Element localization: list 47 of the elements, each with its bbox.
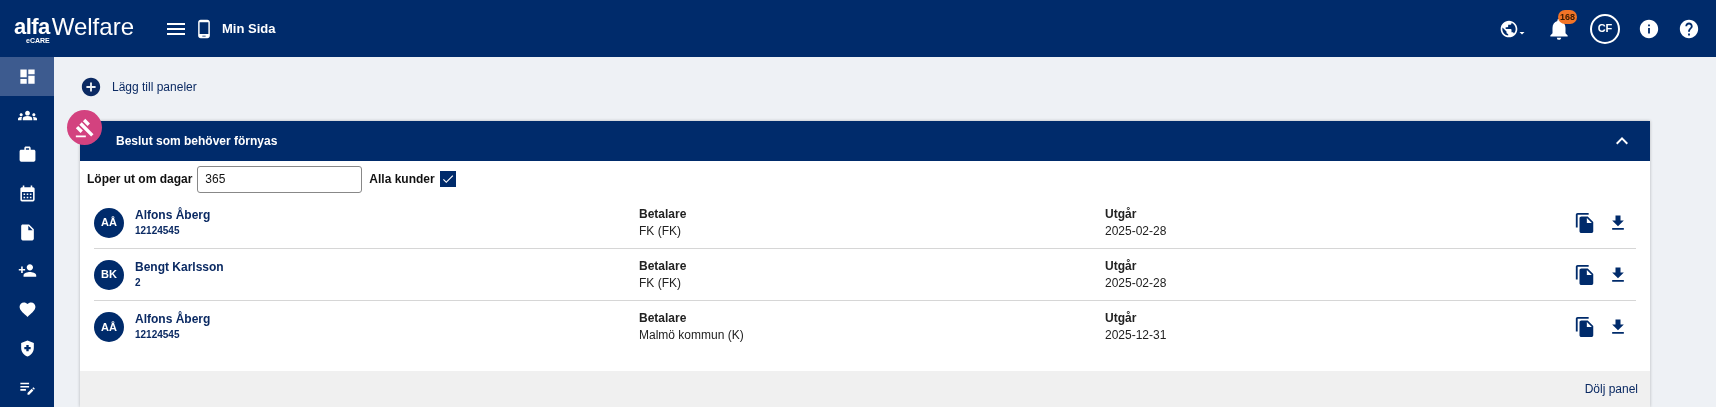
check-icon xyxy=(440,172,455,186)
avatar: AÅ xyxy=(94,207,124,238)
avatar: AÅ xyxy=(94,312,124,342)
user-avatar[interactable]: CF xyxy=(1590,13,1620,44)
add-panels-button[interactable]: Lägg till paneler xyxy=(80,76,197,98)
customer-name[interactable]: Alfons Åberg xyxy=(135,311,211,327)
calendar-icon xyxy=(17,183,37,203)
sidebar-item[interactable] xyxy=(0,57,54,96)
payer-label: Betalare xyxy=(639,310,687,327)
payer-label: Betalare xyxy=(639,257,687,275)
gavel-icon xyxy=(74,117,95,138)
customer-id: 12124545 xyxy=(135,328,180,342)
copy-icon[interactable] xyxy=(1574,211,1596,234)
expires-value: 2025-02-28 xyxy=(1105,222,1167,240)
help-icon[interactable] xyxy=(1678,17,1700,40)
copy-icon[interactable] xyxy=(1574,316,1596,338)
expires-value: 2025-12-31 xyxy=(1105,327,1167,344)
product-name: Welfare xyxy=(51,13,134,40)
copy-icon[interactable] xyxy=(1574,263,1596,286)
customer-id: 2 xyxy=(135,275,141,290)
expires-label: Utgår xyxy=(1105,205,1137,223)
heart-icon xyxy=(17,300,37,320)
customer-id: 12124545 xyxy=(135,223,180,238)
customer-name[interactable]: Bengt Karlsson xyxy=(135,258,224,275)
days-input-field[interactable]: 365 xyxy=(197,165,363,193)
page-title: Min Sida xyxy=(222,19,276,38)
customer-name[interactable]: Alfons Åberg xyxy=(135,206,211,223)
dashboard-icon xyxy=(17,66,37,86)
briefcase-icon xyxy=(17,144,37,164)
expires-label: Utgår xyxy=(1105,310,1137,327)
expires-value: 2025-02-28 xyxy=(1105,274,1167,292)
info-icon[interactable] xyxy=(1638,17,1660,40)
panel-title: Beslut som behöver förnyas xyxy=(116,133,278,150)
add-icon xyxy=(80,76,102,98)
payer-value: Malmö kommun (K) xyxy=(639,327,744,344)
hide-panel-link[interactable]: Dölj panel xyxy=(1584,380,1638,398)
logo-text: alfa xyxy=(14,16,50,37)
payer-label: Betalare xyxy=(639,205,687,223)
avatar: BK xyxy=(94,259,124,290)
all-customers-label: Alla kunder xyxy=(369,171,435,188)
payer-value: FK (FK) xyxy=(639,222,681,240)
all-customers-checkbox[interactable] xyxy=(439,171,456,187)
notification-badge: 168 xyxy=(1558,9,1578,24)
expires-label: Utgår xyxy=(1105,257,1137,275)
filter-label: Löper ut om dagar xyxy=(87,171,193,188)
payer-value: FK (FK) xyxy=(639,274,681,292)
globe-icon xyxy=(1499,18,1519,39)
